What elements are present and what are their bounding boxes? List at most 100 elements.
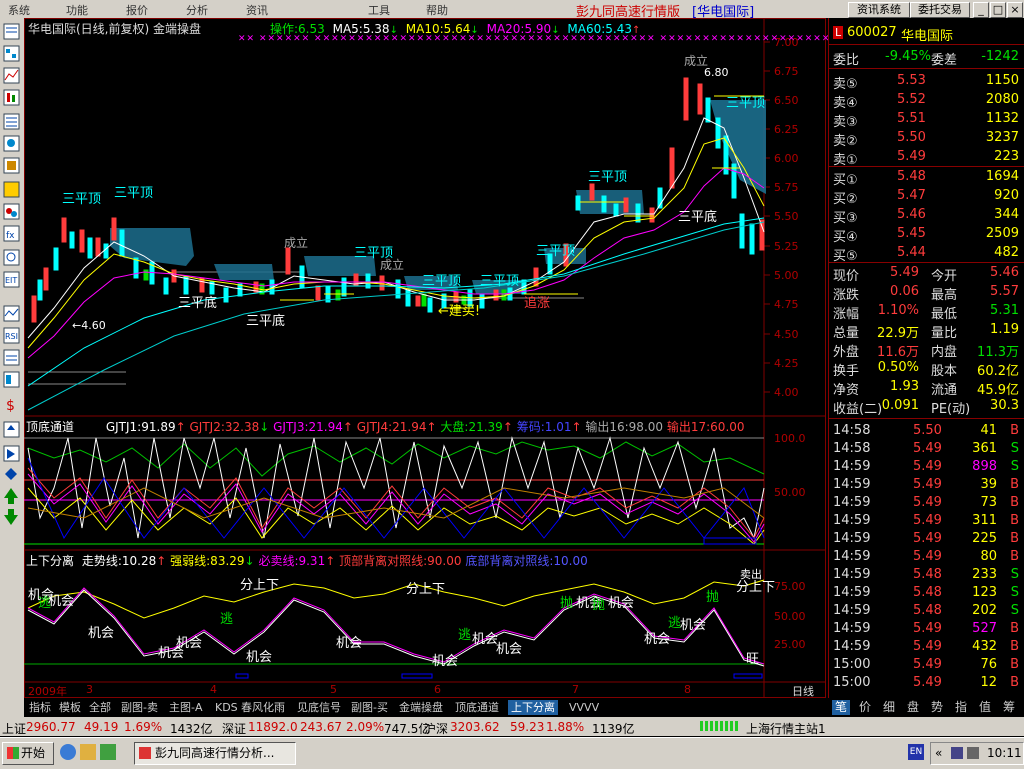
- stat-label: 最低: [931, 307, 958, 322]
- period-label[interactable]: 日线: [792, 683, 814, 699]
- ask-volume: 2080: [985, 92, 1019, 107]
- tick-price: 5.49: [913, 639, 942, 654]
- chance-label: 机会: [472, 632, 499, 647]
- tab-bottom-signal[interactable]: 见底信号: [294, 700, 344, 715]
- ask-row: 卖② 5.50 3237: [833, 129, 1023, 149]
- bid-row: 买② 5.47 920: [833, 187, 1023, 207]
- tray-chevron-icon[interactable]: «: [935, 746, 942, 760]
- stat-value: 1.93: [890, 379, 919, 394]
- out16-value: 输出16:98.00: [585, 420, 664, 434]
- tick-row: 14:59 5.49 311 B: [833, 512, 1023, 530]
- quote-panel: L 600027 华电国际 委比 -9.45% 委差 -1242 卖⑤ 5.53 1…: [828, 18, 1024, 698]
- quote-tab[interactable]: 价: [856, 700, 874, 715]
- quote-tab[interactable]: 指: [952, 700, 970, 715]
- quote-tab[interactable]: 盘: [904, 700, 922, 715]
- folder-icon[interactable]: [80, 744, 96, 760]
- quote-tab[interactable]: 势: [928, 700, 946, 715]
- tick-volume: 898: [972, 459, 997, 474]
- menu-quote[interactable]: 报价: [126, 2, 148, 18]
- weibi-value: -9.45%: [885, 49, 931, 64]
- language-indicator[interactable]: EN: [908, 744, 924, 760]
- weicha-label: 委差: [931, 53, 958, 68]
- level-badge: L: [833, 26, 844, 39]
- price-tick: 6.25: [774, 123, 799, 136]
- menu-help[interactable]: 帮助: [426, 2, 448, 18]
- stat-value: 45.9亿: [977, 383, 1019, 398]
- tab-main-a[interactable]: 主图-A: [166, 700, 206, 715]
- news-system-button[interactable]: 资讯系统: [848, 2, 910, 18]
- tick-row: 14:59 5.49 225 B: [833, 530, 1023, 548]
- tick-direction: B: [1010, 513, 1019, 528]
- tick-volume: 76: [980, 657, 997, 672]
- tab-indicator[interactable]: 指标: [26, 700, 54, 715]
- quote-tab[interactable]: 笔: [832, 700, 851, 715]
- chou-value: 筹码:1.01: [516, 420, 572, 434]
- ind2-axis-tick: 50.00: [774, 610, 806, 623]
- tick-volume: 311: [972, 513, 997, 528]
- tick-time: 14:59: [833, 585, 871, 600]
- clock[interactable]: 10:11: [987, 746, 1022, 760]
- chance-label: 机会: [336, 636, 363, 651]
- tick-time: 14:59: [833, 495, 871, 510]
- stat-label: 收益(二): [833, 402, 883, 417]
- bid-label: 买⑤: [833, 249, 858, 264]
- sh-pct: 1.69%: [124, 720, 163, 734]
- tab-kds[interactable]: KDS: [212, 700, 241, 715]
- tab-split[interactable]: 上下分离: [508, 700, 558, 715]
- ie-icon[interactable]: [60, 744, 76, 760]
- menu-analysis[interactable]: 分析: [186, 2, 208, 18]
- tick-price: 5.49: [913, 441, 942, 456]
- bid-row: 买④ 5.45 2509: [833, 225, 1023, 245]
- network-icon[interactable]: [967, 747, 979, 759]
- stat-value: 60.2亿: [977, 364, 1019, 379]
- menu-system[interactable]: 系统: [8, 2, 30, 18]
- tick-direction: B: [1010, 621, 1019, 636]
- stat-value: 0.06: [890, 284, 919, 299]
- three-flat-top-label: 三平顶: [480, 274, 520, 289]
- tick-price: 5.49: [913, 459, 942, 474]
- tick-direction: B: [1010, 423, 1019, 438]
- start-button[interactable]: 开始: [2, 742, 54, 765]
- maximize-icon[interactable]: □: [990, 2, 1006, 18]
- tick-price: 5.49: [913, 621, 942, 636]
- ind2-name[interactable]: 上下分离: [26, 554, 74, 568]
- price-tick: 6.00: [774, 152, 799, 165]
- toolbar-icon-set[interactable]: fx EIT RSI $: [3, 23, 20, 525]
- quote-tab[interactable]: 细: [880, 700, 898, 715]
- tray-app-icon[interactable]: [951, 747, 963, 759]
- tick-price: 5.49: [913, 675, 942, 690]
- task-button[interactable]: 彭九同高速行情分析...: [134, 742, 296, 765]
- stat-value: 0.50%: [877, 360, 919, 375]
- tab-channel[interactable]: 顶底通道: [452, 700, 502, 715]
- kline-chart-area[interactable]: 7.00 6.75 6.50 6.25 6.00 5.75 5.50 5.25 …: [24, 18, 982, 699]
- tick-volume: 41: [980, 423, 997, 438]
- tab-jinduan[interactable]: 金端操盘: [396, 700, 446, 715]
- tick-row: 14:59 5.48 202 S: [833, 602, 1023, 620]
- tab-template[interactable]: 模板: [56, 700, 84, 715]
- quote-tab[interactable]: 筹: [1000, 700, 1018, 715]
- tick-volume: 39: [980, 477, 997, 492]
- app-quicklaunch-icon[interactable]: [100, 744, 116, 760]
- tick-price: 5.50: [913, 423, 942, 438]
- three-flat-bottom-label: 三平底: [246, 314, 286, 329]
- stat-label: PE(动): [931, 402, 971, 417]
- three-flat-top-label: 三平顶: [62, 192, 102, 207]
- tab-vvvv[interactable]: VVVV: [566, 700, 602, 715]
- stat-label: 涨跌: [833, 288, 860, 303]
- menu-news[interactable]: 资讯: [246, 2, 268, 18]
- minimize-icon[interactable]: _: [973, 2, 989, 18]
- tab-sub-sell[interactable]: 副图-卖: [118, 700, 161, 715]
- menu-function[interactable]: 功能: [66, 2, 88, 18]
- tab-spring[interactable]: 春风化雨: [238, 700, 288, 715]
- quote-tab[interactable]: 值: [976, 700, 994, 715]
- tab-all[interactable]: 全部: [86, 700, 114, 715]
- ind1-name[interactable]: 顶底通道: [26, 420, 74, 434]
- tick-row: 14:58 5.50 41 B: [833, 422, 1023, 440]
- bid-label: 买②: [833, 192, 858, 207]
- trade-button[interactable]: 委托交易: [910, 2, 970, 18]
- bid-label: 买④: [833, 230, 858, 245]
- menu-tools[interactable]: 工具: [368, 2, 390, 18]
- tick-row: 14:59 5.49 898 S: [833, 458, 1023, 476]
- tab-sub-buy[interactable]: 副图-买: [348, 700, 391, 715]
- close-icon[interactable]: ×: [1007, 2, 1023, 18]
